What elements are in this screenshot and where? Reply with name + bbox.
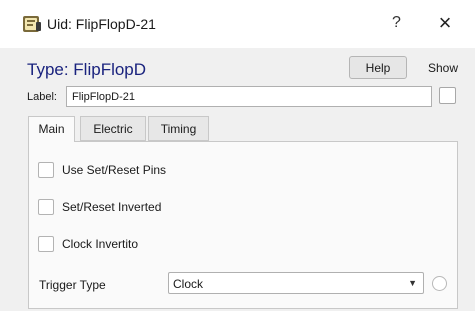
clock-invertito-label[interactable]: Clock Invertito xyxy=(62,237,138,251)
trigger-type-label: Trigger Type xyxy=(39,278,106,292)
use-set-reset-pins-checkbox[interactable] xyxy=(38,162,54,178)
show-label: Show xyxy=(428,61,459,75)
app-icon xyxy=(23,16,41,32)
window-title: Uid: FlipFlopD-21 xyxy=(47,16,156,32)
help-button[interactable]: Help xyxy=(349,56,407,79)
use-set-reset-pins-label[interactable]: Use Set/Reset Pins xyxy=(62,163,166,177)
set-reset-inverted-label[interactable]: Set/Reset Inverted xyxy=(62,200,161,214)
clock-invertito-checkbox[interactable] xyxy=(38,236,54,252)
component-type-title: Type: FlipFlopD xyxy=(27,60,147,79)
tab-timing[interactable]: Timing xyxy=(148,116,209,141)
tab-electric[interactable]: Electric xyxy=(80,116,146,141)
trigger-radio[interactable] xyxy=(432,276,447,291)
show-checkbox[interactable] xyxy=(439,87,456,104)
trigger-type-select[interactable]: Clock ▼ xyxy=(168,272,424,294)
tab-main[interactable]: Main xyxy=(28,116,75,142)
trigger-type-value: Clock xyxy=(173,277,204,291)
title-bar: Uid: FlipFlopD-21 ? × xyxy=(0,0,475,48)
label-input[interactable] xyxy=(66,86,432,107)
label-field-label: Label: xyxy=(27,91,57,103)
close-button[interactable]: × xyxy=(430,10,460,36)
set-reset-inverted-checkbox[interactable] xyxy=(38,199,54,215)
chevron-down-icon: ▼ xyxy=(408,278,417,288)
context-help-icon[interactable]: ? xyxy=(392,14,401,32)
